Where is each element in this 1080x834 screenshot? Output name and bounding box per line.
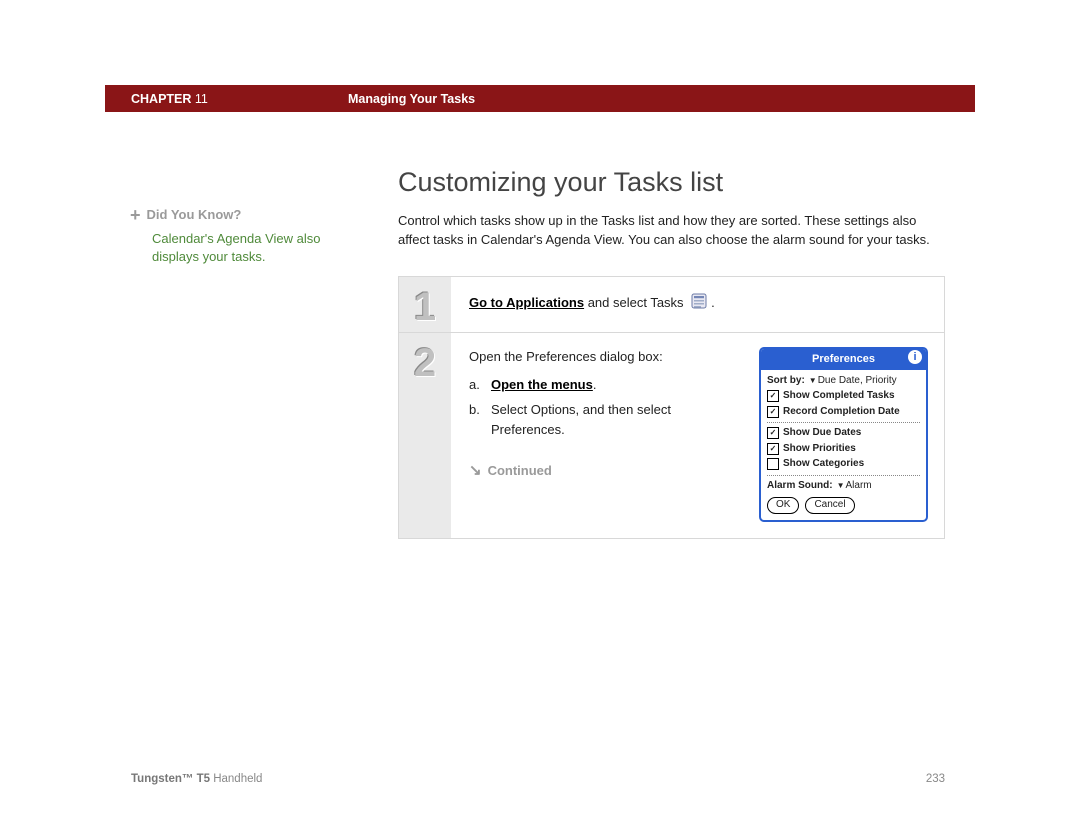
step-2: 2 Open the Preferences dialog box: a. Op… — [399, 333, 944, 538]
tasks-app-icon — [689, 291, 709, 317]
steps-container: 1 Go to Applications and select Tasks — [398, 276, 945, 540]
info-icon[interactable]: i — [908, 350, 922, 364]
show-priorities-label: Show Priorities — [783, 442, 856, 457]
substep-a: a. Open the menus. — [469, 375, 741, 395]
step-number-value: 2 — [414, 341, 436, 386]
product-name: Tungsten™ T5 Handheld — [131, 773, 262, 785]
cancel-button[interactable]: Cancel — [805, 497, 854, 514]
checkbox-checked-icon: ✓ — [767, 427, 779, 439]
step-body: Go to Applications and select Tasks . — [451, 277, 944, 333]
checkbox-unchecked-icon — [767, 458, 779, 470]
step1-rest: and select Tasks — [584, 295, 687, 310]
sort-by-value: Due Date, Priority — [818, 375, 897, 386]
ok-button[interactable]: OK — [767, 497, 799, 514]
step-1: 1 Go to Applications and select Tasks — [399, 277, 944, 334]
show-priorities-row[interactable]: ✓ Show Priorities — [767, 442, 920, 457]
step-text: Go to Applications and select Tasks . — [469, 291, 928, 317]
continued-indicator: ↘ Continued — [469, 461, 741, 481]
applications-link[interactable]: Go to Applications — [469, 295, 584, 310]
sort-by-dropdown[interactable]: ▼Due Date, Priority — [809, 374, 897, 389]
show-completed-label: Show Completed Tasks — [783, 389, 895, 404]
preferences-title-text: Preferences — [812, 351, 875, 368]
divider — [767, 422, 920, 423]
step-body: Open the Preferences dialog box: a. Open… — [451, 333, 944, 538]
show-completed-row[interactable]: ✓ Show Completed Tasks — [767, 389, 920, 404]
substep-text: Select Options, and then select Preferen… — [491, 400, 741, 439]
step2-lead: Open the Preferences dialog box: — [469, 347, 741, 367]
intro-paragraph: Control which tasks show up in the Tasks… — [398, 212, 945, 250]
step-text: Open the Preferences dialog box: a. Open… — [469, 347, 741, 481]
product-bold: Tungsten™ T5 — [131, 773, 210, 785]
alarm-sound-value: Alarm — [845, 480, 871, 491]
alarm-sound-row: Alarm Sound: ▼Alarm — [767, 479, 920, 494]
sort-by-row: Sort by: ▼Due Date, Priority — [767, 374, 920, 389]
preferences-titlebar: Preferences i — [761, 349, 926, 370]
step-number: 2 — [399, 333, 451, 538]
chapter-number: 11 — [195, 92, 208, 106]
step2-sublist: a. Open the menus. b. Select Options, an… — [469, 375, 741, 440]
chapter-label: CHAPTER 11 — [131, 92, 208, 106]
did-you-know-heading: + Did You Know? — [130, 206, 330, 224]
step-number: 1 — [399, 277, 451, 333]
checkbox-checked-icon: ✓ — [767, 406, 779, 418]
alarm-sound-dropdown[interactable]: ▼Alarm — [837, 479, 872, 494]
substep-a-tail: . — [593, 377, 597, 392]
plus-icon: + — [130, 206, 141, 224]
substep-text: Open the menus. — [491, 375, 596, 395]
chapter-title: Managing Your Tasks — [348, 92, 475, 106]
main-content: Customizing your Tasks list Control whic… — [398, 167, 945, 539]
show-due-dates-label: Show Due Dates — [783, 426, 861, 441]
page-number: 233 — [926, 773, 945, 785]
arrow-down-right-icon: ↘ — [469, 463, 482, 478]
product-rest: Handheld — [210, 773, 262, 785]
sidebar: + Did You Know? Calendar's Agenda View a… — [130, 206, 330, 267]
substep-b: b. Select Options, and then select Prefe… — [469, 400, 741, 439]
preferences-buttons: OK Cancel — [767, 497, 920, 514]
continued-label: Continued — [488, 461, 552, 481]
record-completion-row[interactable]: ✓ Record Completion Date — [767, 405, 920, 420]
substep-marker: a. — [469, 375, 483, 395]
checkbox-checked-icon: ✓ — [767, 390, 779, 402]
agenda-view-link[interactable]: Calendar's Agenda View — [152, 231, 293, 246]
alarm-sound-label: Alarm Sound: — [767, 479, 833, 494]
record-completion-label: Record Completion Date — [783, 405, 900, 420]
chapter-word: CHAPTER — [131, 92, 191, 106]
step1-tail: . — [711, 295, 715, 310]
did-you-know-label: Did You Know? — [147, 206, 242, 224]
substep-marker: b. — [469, 400, 483, 439]
step-number-value: 1 — [414, 285, 436, 330]
show-due-dates-row[interactable]: ✓ Show Due Dates — [767, 426, 920, 441]
chapter-header: CHAPTER 11 Managing Your Tasks — [105, 85, 975, 112]
divider — [767, 475, 920, 476]
show-categories-label: Show Categories — [783, 457, 864, 472]
preferences-dialog: Preferences i Sort by: ▼Due Date, Priori… — [759, 347, 928, 522]
preferences-body: Sort by: ▼Due Date, Priority ✓ Show Comp… — [761, 370, 926, 521]
checkbox-checked-icon: ✓ — [767, 443, 779, 455]
sort-by-label: Sort by: — [767, 374, 805, 389]
open-menus-link[interactable]: Open the menus — [491, 377, 593, 392]
page-footer: Tungsten™ T5 Handheld 233 — [131, 773, 945, 785]
page-title: Customizing your Tasks list — [398, 167, 945, 198]
show-categories-row[interactable]: Show Categories — [767, 457, 920, 472]
did-you-know-body: Calendar's Agenda View also displays you… — [130, 230, 330, 266]
